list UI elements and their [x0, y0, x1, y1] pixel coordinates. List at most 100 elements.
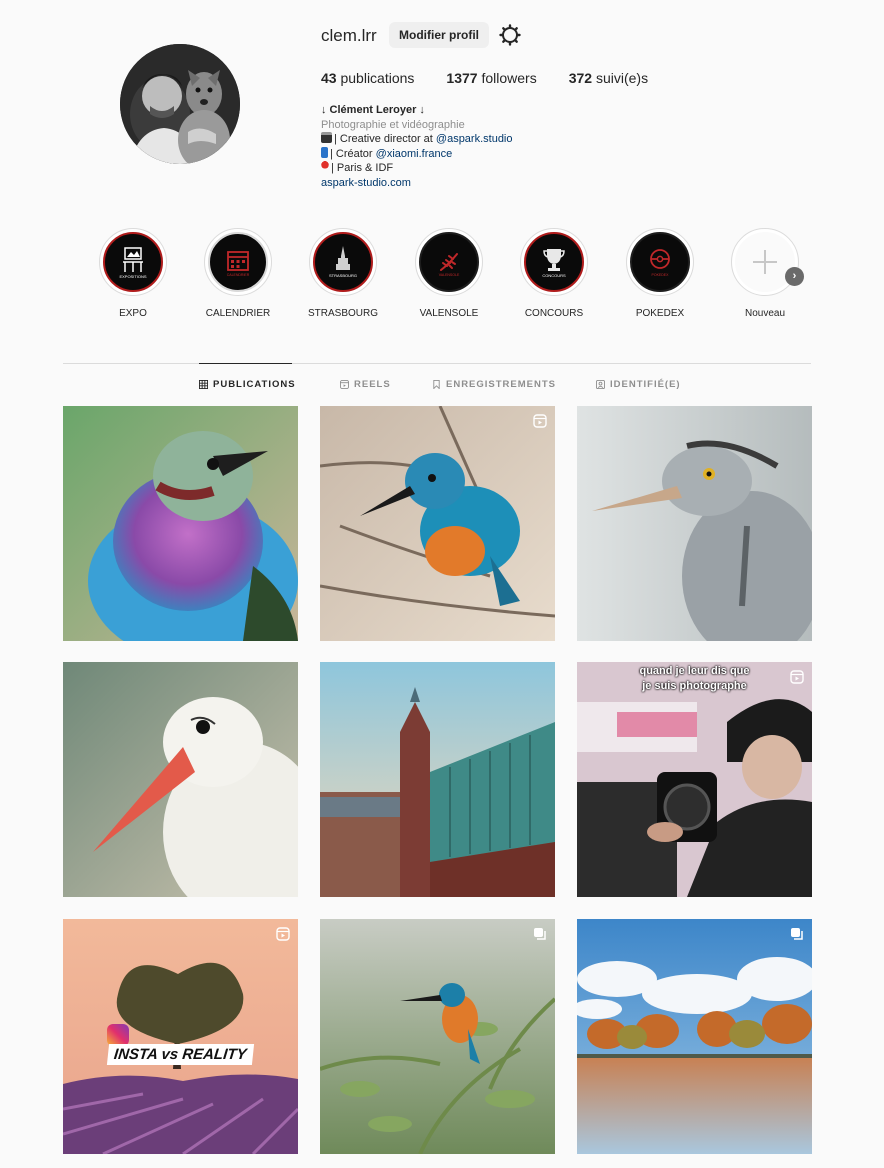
bio-category: Photographie et vidéographie [321, 118, 465, 131]
highlight-label: VALENSOLE [419, 308, 479, 319]
exhibition-icon: EXPOSITIONS [103, 232, 163, 292]
post-tile-9[interactable] [577, 919, 812, 1154]
followers-number: 1377 [446, 70, 478, 86]
post-tile-2[interactable] [320, 406, 555, 641]
xiaomi-mention-link[interactable]: @xiaomi.france [376, 148, 453, 160]
clapperboard-icon [321, 132, 332, 144]
post-tile-6[interactable]: quand je leur dis que je suis photograph… [577, 662, 812, 897]
posts-count: 43 publications [321, 70, 414, 86]
post-image-kingfisher-perched [320, 919, 555, 1154]
post-image-cathedral [320, 662, 555, 897]
following-label: suivi(e)s [595, 70, 649, 86]
edit-profile-button[interactable]: Modifier profil [389, 22, 489, 48]
followers-label: followers [481, 70, 537, 86]
posts-number: 43 [321, 70, 337, 86]
posts-label: publications [340, 70, 415, 86]
highlight-label: Nouveau [744, 308, 786, 319]
tab-label: REELS [354, 379, 391, 390]
highlight-ring: CALENDRIER [204, 228, 272, 296]
post-tile-4[interactable] [63, 662, 298, 897]
carousel-icon [791, 928, 803, 940]
cathedral-icon: STRASBOURG [313, 232, 373, 292]
tab-reels[interactable]: REELS [340, 379, 391, 390]
highlight-label: STRASBOURG [308, 308, 379, 319]
highlight-concours[interactable]: CONCOURS CONCOURS [519, 228, 589, 319]
pokeball-icon: POKEDEX [630, 232, 690, 292]
post-image-kingfisher [320, 406, 555, 641]
reel-icon [790, 670, 804, 684]
highlight-caption-concours: CONCOURS [542, 273, 566, 278]
profile-avatar[interactable] [120, 44, 240, 164]
post-tile-8[interactable] [320, 919, 555, 1154]
bio-website-link[interactable]: aspark-studio.com [321, 176, 513, 191]
trophy-icon: CONCOURS [524, 232, 584, 292]
bio-creator-text: | Créator [330, 147, 376, 160]
post-image-heron [577, 406, 812, 641]
highlight-caption-expo: EXPOSITIONS [119, 274, 146, 279]
pin-icon [321, 161, 329, 173]
post-image-photographer [577, 662, 812, 897]
bio-name: ↓ Clément Leroyer ↓ [321, 104, 425, 116]
chevron-right-icon[interactable]: › [785, 267, 804, 286]
settings-gear-icon[interactable] [499, 24, 521, 46]
highlight-label: CONCOURS [524, 308, 584, 319]
profile-username: clem.lrr [321, 26, 377, 45]
tab-identifie[interactable]: IDENTIFIÉ(E) [596, 379, 681, 390]
active-tab-indicator [199, 363, 292, 364]
grid-icon [199, 380, 208, 389]
highlight-label: POKEDEX [635, 308, 685, 319]
profile-bio: ↓ Clément Leroyer ↓ Photographie et vidé… [321, 103, 513, 191]
followers-count[interactable]: 1377 followers [446, 70, 536, 86]
highlight-pokedex[interactable]: POKEDEX POKEDEX [625, 228, 695, 319]
reels-icon [340, 380, 349, 389]
plus-icon [735, 232, 795, 292]
post-image-lavender [63, 919, 298, 1154]
tab-enregistrements[interactable]: ENREGISTREMENTS [432, 379, 556, 390]
post-tile-1[interactable] [63, 406, 298, 641]
highlight-caption-valensole: VALENSOLE [439, 273, 460, 277]
post-image-roller [63, 406, 298, 641]
reel-overlay-caption: quand je leur dis que je suis photograph… [577, 664, 812, 694]
tab-publications[interactable]: PUBLICATIONS [199, 379, 296, 390]
following-number: 372 [568, 70, 593, 86]
highlight-valensole[interactable]: VALENSOLE VALENSOLE [414, 228, 484, 319]
insta-vs-reality-label: INSTA vs REALITY [106, 1044, 254, 1065]
bio-line-location: | Paris & IDF [321, 161, 513, 176]
highlight-ring: VALENSOLE [415, 228, 483, 296]
highlight-caption-calendrier: CALENDRIER [227, 273, 250, 277]
post-tile-5[interactable] [320, 662, 555, 897]
highlight-expo[interactable]: EXPOSITIONS EXPO [98, 228, 168, 319]
highlight-caption-pokedex: POKEDEX [652, 273, 670, 277]
highlight-ring: CONCOURS [520, 228, 588, 296]
profile-stats: 43 publications 1377 followers 372 suivi… [321, 70, 680, 86]
profile-tabs: PUBLICATIONS REELS ENREGISTREMENTS IDENT… [0, 379, 884, 393]
bio-line-creator: | Créator @xiaomi.france [321, 146, 513, 162]
highlight-calendrier[interactable]: CALENDRIER CALENDRIER [203, 228, 273, 319]
reel-overlay-text: quand je leur dis que je suis photograph… [639, 665, 750, 692]
reel-icon [533, 414, 547, 428]
calendar-icon: CALENDRIER [208, 232, 268, 292]
highlight-strasbourg[interactable]: STRASBOURG STRASBOURG [308, 228, 378, 319]
highlight-ring: EXPOSITIONS [99, 228, 167, 296]
lavender-icon: VALENSOLE [419, 232, 479, 292]
highlight-label: CALENDRIER [205, 308, 271, 319]
highlight-ring [731, 228, 799, 296]
post-tile-7[interactable]: INSTA vs REALITY [63, 919, 298, 1154]
tab-label: IDENTIFIÉ(E) [610, 379, 681, 390]
tagged-icon [596, 380, 605, 389]
instagram-logo-icon [107, 1024, 129, 1046]
bio-location-text: | Paris & IDF [331, 162, 394, 175]
highlight-ring: POKEDEX [626, 228, 694, 296]
following-count[interactable]: 372 suivi(e)s [569, 70, 648, 86]
story-highlights: EXPOSITIONS EXPO CALENDRIER CALENDRIER S… [98, 228, 808, 328]
carousel-icon [534, 928, 546, 940]
post-tile-3[interactable] [577, 406, 812, 641]
tab-label: PUBLICATIONS [213, 379, 296, 390]
aspark-mention-link[interactable]: @aspark.studio [436, 133, 513, 145]
post-image-stork [63, 662, 298, 897]
tab-label: ENREGISTREMENTS [446, 379, 557, 390]
profile-page: clem.lrr Modifier profil 43 publications… [0, 0, 884, 1168]
bookmark-icon [433, 380, 440, 389]
highlight-caption-strasbourg: STRASBOURG [329, 273, 357, 278]
bio-line-director: | Creative director at @aspark.studio [321, 132, 513, 147]
